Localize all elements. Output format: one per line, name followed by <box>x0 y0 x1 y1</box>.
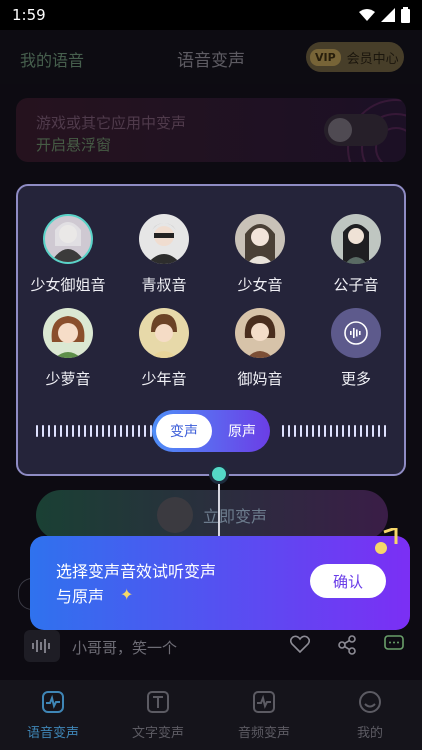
audio-wave-icon[interactable] <box>24 630 60 662</box>
tab-label: 音频变声 <box>237 726 290 741</box>
confirm-button[interactable]: 确认 <box>310 564 386 598</box>
guide-tooltip: 选择变声音效试听变声 与原声 ✦ 确认 <box>30 528 410 630</box>
segment-original-voice[interactable]: 原声 <box>228 421 256 441</box>
voice-option-5[interactable]: 少年音 <box>116 308 212 389</box>
apply-voice-label: 立即变声 <box>202 507 267 526</box>
heart-icon[interactable] <box>290 635 310 653</box>
signal-icon <box>381 8 395 22</box>
tab-voice-change[interactable]: 语音变声 <box>11 690 95 741</box>
sound-wave-icon <box>331 308 381 358</box>
voice-name: 少年音 <box>141 370 187 388</box>
right-waveform-icon <box>282 424 386 438</box>
voice-segment-toggle[interactable]: 变声 原声 <box>152 410 270 452</box>
status-time: 1:59 <box>12 6 46 24</box>
tip-line-2: 与原声 <box>56 587 105 606</box>
tab-label: 文字变声 <box>131 726 184 741</box>
tip-connector-line <box>218 484 220 542</box>
tab-label: 我的 <box>356 726 383 741</box>
little-girl-avatar-icon <box>43 308 93 358</box>
female-mature-avatar-icon <box>43 214 93 264</box>
voice-option-2[interactable]: 少女音 <box>212 214 308 295</box>
voice-name: 少萝音 <box>45 370 91 388</box>
voice-name: 少女音 <box>237 276 283 294</box>
young-girl-avatar-icon <box>235 214 285 264</box>
audio-wave-tab-icon <box>253 691 275 713</box>
voice-name: 少女御姐音 <box>30 276 106 294</box>
voice-wave-tab-icon <box>42 691 64 713</box>
banner-subtitle: 开启悬浮窗 <box>36 136 112 154</box>
voice-option-3[interactable]: 公子音 <box>308 214 404 295</box>
young-master-avatar-icon <box>331 214 381 264</box>
voice-option-7[interactable]: 更多 <box>308 308 404 389</box>
selected-voice-avatar <box>156 497 193 533</box>
voice-option-0[interactable]: 少女御姐音 <box>20 214 116 295</box>
banner-title: 游戏或其它应用中变声 <box>36 114 187 132</box>
voice-name: 公子音 <box>333 276 379 294</box>
tip-anchor-dot <box>209 464 229 484</box>
voice-option-4[interactable]: 少萝音 <box>20 308 116 389</box>
smile-face-icon <box>359 691 381 713</box>
battery-icon <box>401 7 410 23</box>
tab-text-change[interactable]: 文字变声 <box>116 690 200 741</box>
voice-name: 更多 <box>340 370 371 388</box>
vip-center-button[interactable]: VIP 会员中心 <box>306 42 404 72</box>
vip-badge: VIP <box>310 48 341 66</box>
tab-mine[interactable]: 我的 <box>328 690 412 741</box>
floating-window-banner[interactable]: 游戏或其它应用中变声 开启悬浮窗 <box>16 98 406 162</box>
status-bar: 1:59 <box>0 0 422 30</box>
vip-center-label: 会员中心 <box>346 51 399 67</box>
voice-name: 青叔音 <box>141 276 187 294</box>
sample-text: 小哥哥，笑一个 <box>72 639 178 657</box>
voice-option-6[interactable]: 御妈音 <box>212 308 308 389</box>
toggle-knob <box>328 118 352 142</box>
tab-label: 语音变声 <box>26 726 79 741</box>
music-note-icon <box>375 528 398 554</box>
left-waveform-icon <box>36 424 152 438</box>
tab-audio-change[interactable]: 音频变声 <box>222 690 306 741</box>
wifi-icon <box>359 9 375 21</box>
voice-name: 御妈音 <box>237 370 283 388</box>
voice-compare-control: 变声 原声 <box>18 410 404 454</box>
status-icons <box>359 7 410 23</box>
mature-mother-avatar-icon <box>235 308 285 358</box>
share-icon[interactable] <box>338 635 356 655</box>
voice-selection-panel: 少女御姐音 青叔音 少女音 公子音 少萝音 少年音 御妈音 更多 变声 原声 <box>16 184 406 476</box>
voice-option-1[interactable]: 青叔音 <box>116 214 212 295</box>
bottom-navigation: 语音变声 文字变声 音频变声 我的 <box>0 680 422 750</box>
comment-icon[interactable] <box>384 635 404 653</box>
text-tab-icon <box>147 691 169 713</box>
boy-avatar-icon <box>139 308 189 358</box>
floating-window-toggle[interactable] <box>324 114 388 146</box>
sparkle-icon: ✦ <box>120 585 134 604</box>
apply-voice-button[interactable]: 立即变声 <box>36 490 388 540</box>
segment-changed-voice[interactable]: 变声 <box>156 414 212 448</box>
sample-player-row: 小哥哥，笑一个 <box>24 630 406 664</box>
top-header: 我的语音 语音变声 VIP 会员中心 <box>0 30 422 84</box>
tip-line-1: 选择变声音效试听变声 <box>56 562 217 581</box>
young-uncle-avatar-icon <box>139 214 189 264</box>
